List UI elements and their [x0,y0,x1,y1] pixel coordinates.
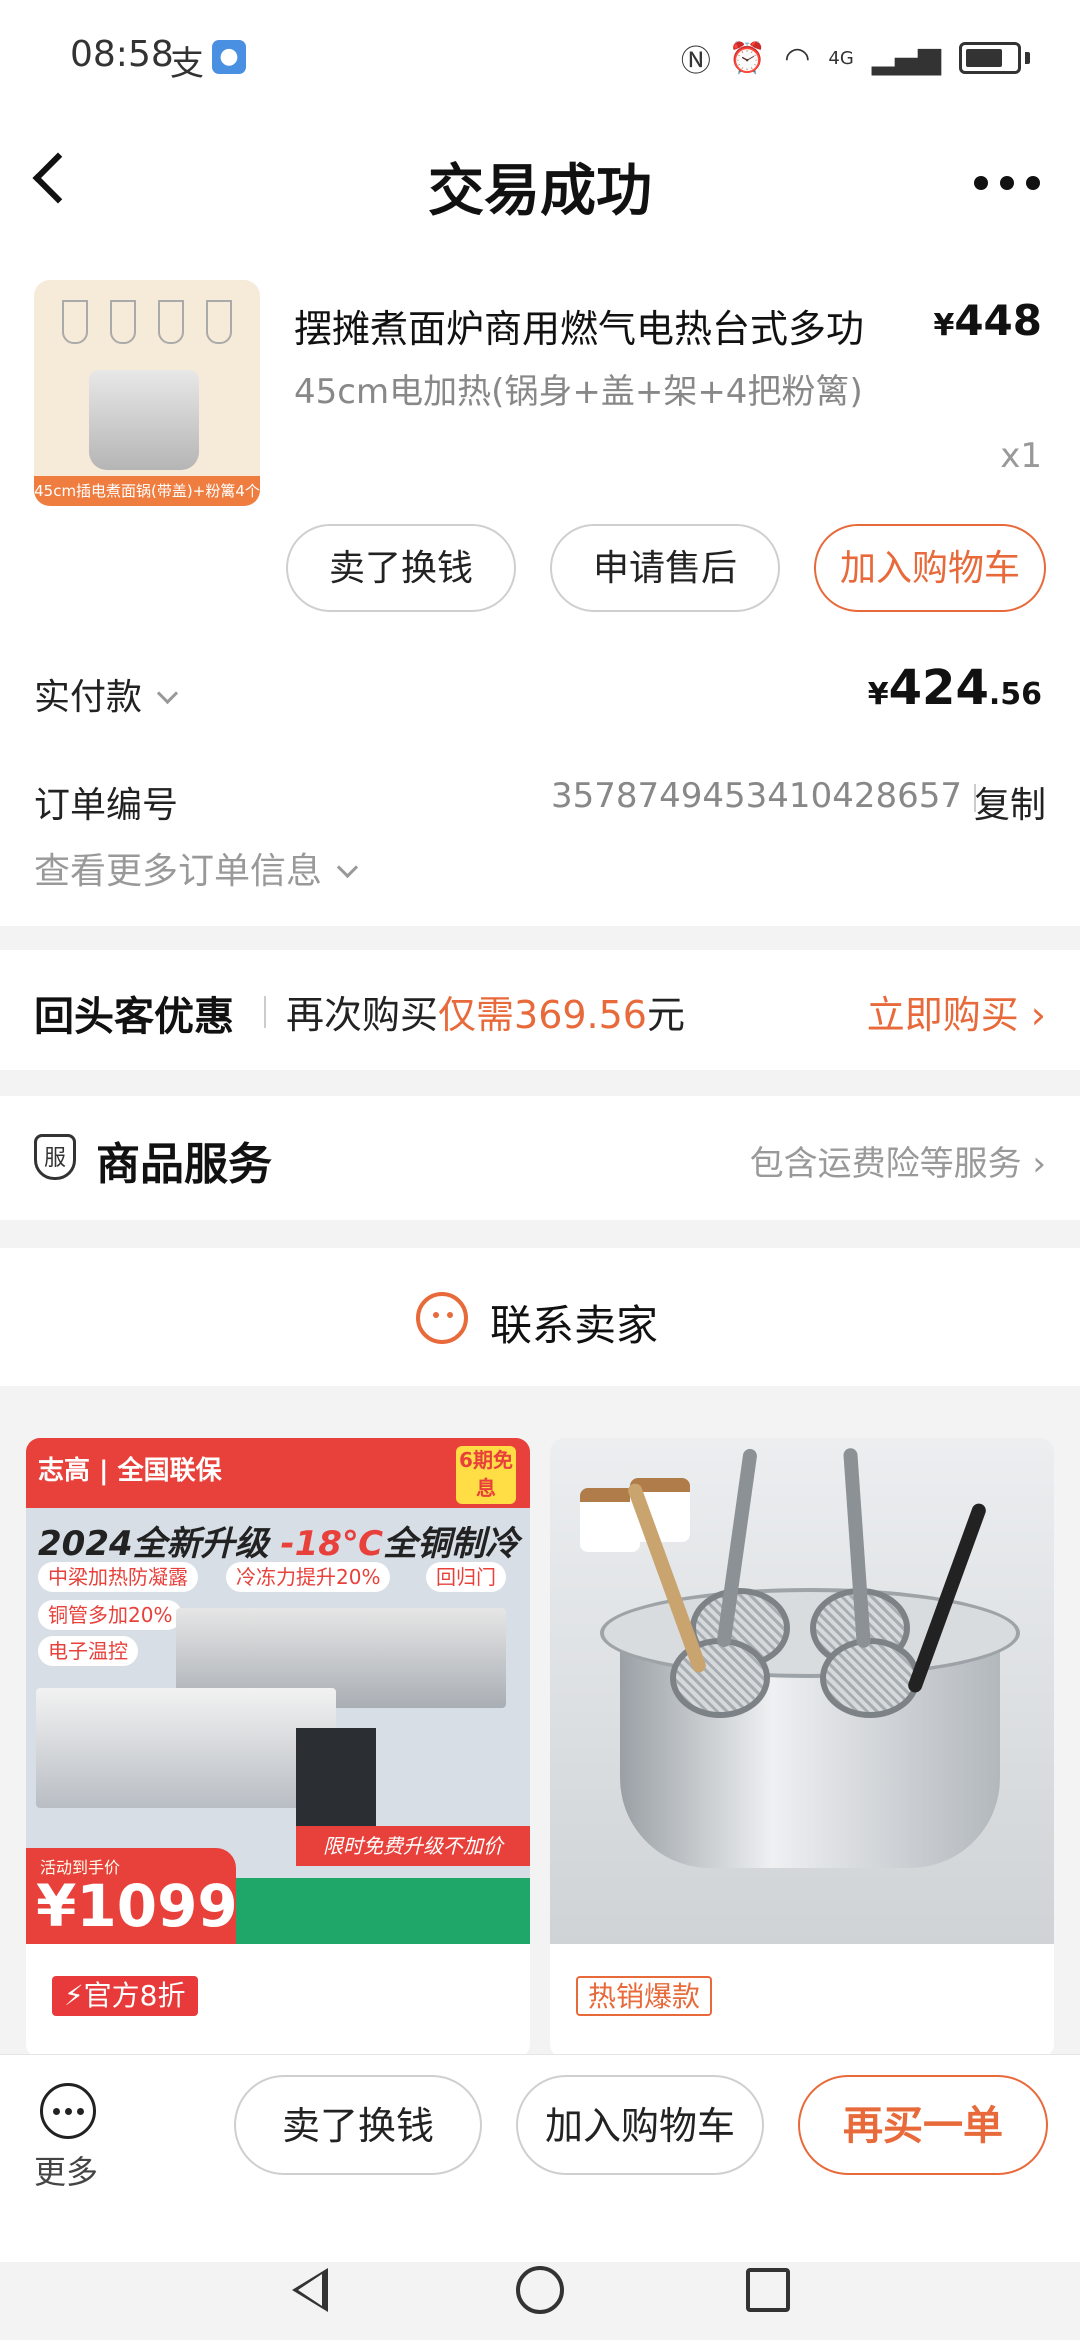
service-summary: 包含运费险等服务 › [749,1144,1046,1184]
buy-again-button[interactable]: 再买一单 [798,2075,1048,2175]
installment-tag: 6期免息 [456,1446,516,1504]
paid-amount: ¥424.56 [867,660,1042,716]
paid-label[interactable]: 实付款 [34,668,179,720]
product-price: ¥448 [933,296,1042,345]
more-options-icon[interactable] [974,176,1040,190]
returning-customer-offer[interactable]: 回头客优惠 再次购买仅需369.56元 立即购买 › [0,950,1080,1070]
ad-price: ¥1099 [36,1872,238,1940]
service-strip [226,1878,530,1944]
compressor-graphic [296,1728,376,1828]
copy-button[interactable]: 复制 [974,776,1046,828]
service-shield-icon: 服 [34,1134,76,1180]
add-to-cart-button[interactable]: 加入购物车 [814,524,1046,612]
contact-seller[interactable]: 联系卖家 [0,1248,1080,1386]
offer-text: 再次购买仅需369.56元 [286,993,685,1037]
status-bar: 08:58 支 ● Ⓝ ⏰ ◠ 4G ▂▄▆ [0,0,1080,120]
product-quantity: x1 [1000,436,1042,476]
fridge-graphic [36,1688,336,1808]
alipay-icon: 支 [170,44,204,84]
feature-chip: 中梁加热防凝露 [38,1562,198,1592]
contact-seller-label: 联系卖家 [490,1301,659,1350]
bottom-action-bar: 更多 卖了换钱 加入购物车 再买一单 [0,2054,1080,2263]
chat-face-icon [416,1292,468,1344]
order-number: 3578749453410428657 [550,776,962,816]
service-title: 商品服务 [96,1139,272,1190]
product-thumbnail[interactable]: 45cm插电煮面锅(带盖)+粉篱4个 [34,280,260,506]
status-time: 08:58 [70,34,174,75]
divider [264,996,266,1028]
more-icon[interactable] [40,2083,96,2139]
more-order-info[interactable]: 查看更多订单信息 [34,842,359,894]
chevron-right-icon: › [1032,1144,1046,1184]
system-nav-bar [0,2262,1080,2340]
nav-home-icon[interactable] [516,2266,564,2314]
feature-chip: 铜管多加20% [38,1600,183,1630]
chevron-down-icon [336,856,359,879]
battery-cap [1025,52,1030,64]
buy-now-link[interactable]: 立即购买 › [867,984,1046,1039]
product-title[interactable]: 摆摊煮面炉商用燃气电热台式多功 [294,298,914,353]
product-image [550,1438,1054,1944]
add-to-cart-button[interactable]: 加入购物车 [516,2075,764,2175]
thumbnail-caption: 45cm插电煮面锅(带盖)+粉篱4个 [34,476,260,506]
order-card: 45cm插电煮面锅(带盖)+粉篱4个 摆摊煮面炉商用燃气电热台式多功 ¥448 … [0,250,1080,926]
product-service[interactable]: 服 商品服务 包含运费险等服务 › [0,1096,1080,1220]
lightning-icon: ⚡ [64,1979,84,2012]
after-sale-button[interactable]: 申请售后 [550,524,780,612]
chevron-down-icon [156,682,179,705]
order-number-label: 订单编号 [34,785,179,826]
alarm-icon: ⏰ [728,40,767,76]
strainer-graphic [62,300,232,360]
brand-label: 志高 | 全国联保 [38,1456,222,1486]
offer-title: 回头客优惠 [34,994,234,1040]
price-box: 活动到手价 ¥1099 [26,1848,238,1944]
nav-back-icon-inner [298,2274,322,2306]
signal-bars-icon: ▂▄▆ [871,40,941,76]
sell-button[interactable]: 卖了换钱 [234,2075,482,2175]
strainer-graphic [820,1638,920,1718]
discount-badge: ⚡官方8折 [52,1976,198,2016]
recommended-product[interactable]: 志高 | 全国联保 6期免息 2024全新升级 -18℃全铜制冷 中梁加热防凝露… [26,1438,530,2058]
sell-button[interactable]: 卖了换钱 [286,524,516,612]
battery-icon [959,42,1021,74]
nav-recent-icon[interactable] [746,2268,790,2312]
promo-strip: 限时免费升级不加价 [296,1826,530,1866]
feature-chip: 电子温控 [38,1636,138,1666]
chevron-right-icon: › [1030,993,1046,1037]
status-icons: Ⓝ ⏰ ◠ 4G ▂▄▆ [681,36,1030,80]
product-spec: 45cm电加热(锅身+盖+架+4把粉篱) [294,372,863,412]
wifi-icon: ◠ [784,40,811,76]
product-image: 志高 | 全国联保 6期免息 2024全新升级 -18℃全铜制冷 中梁加热防凝露… [26,1438,530,1944]
pot-graphic [89,370,199,470]
hot-sale-badge: 热销爆款 [576,1976,713,2016]
page-header: 交易成功 [0,120,1080,250]
nfc-icon: Ⓝ [680,44,711,79]
page-title: 交易成功 [428,159,652,224]
ad-headline: 2024全新升级 -18℃全铜制冷 [38,1524,520,1564]
feature-chip: 回归门 [426,1562,506,1592]
recommended-product[interactable]: 热销爆款 [550,1438,1054,2058]
feature-chip: 冷冻力提升20% [226,1562,391,1592]
signal-icon: 4G [828,47,854,69]
app-notification-icon: ● [212,40,246,74]
more-label[interactable]: 更多 [34,2147,98,2193]
